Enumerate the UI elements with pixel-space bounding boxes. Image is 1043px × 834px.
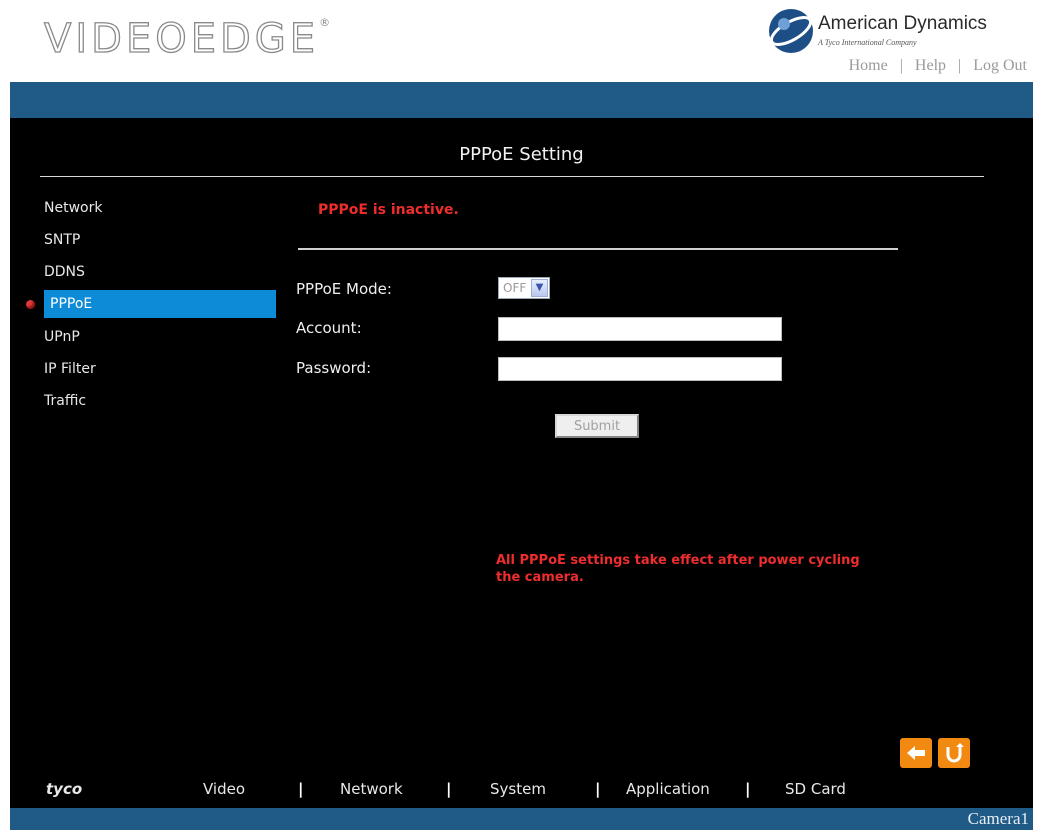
password-label: Password: bbox=[296, 359, 372, 377]
log-out-link[interactable]: Log Out bbox=[973, 57, 1027, 74]
top-navigation: Home | Help | Log Out bbox=[849, 57, 1027, 75]
nav-separator: | bbox=[595, 780, 601, 798]
nav-sd-card[interactable]: SD Card bbox=[785, 780, 846, 798]
sidebar-item-network[interactable]: Network bbox=[44, 194, 276, 222]
sidebar-item-ddns[interactable]: DDNS bbox=[44, 258, 276, 286]
status-message: PPPoE is inactive. bbox=[318, 202, 459, 218]
nav-video[interactable]: Video bbox=[203, 780, 245, 798]
logo-registered-mark: ® bbox=[319, 16, 335, 29]
main-panel: PPPoE Setting Network SNTP DDNS PPPoE UP… bbox=[10, 118, 1033, 808]
header: VIDEOEDGE® American Dynamics A Tyco Inte… bbox=[0, 0, 1043, 82]
pppoe-mode-value: OFF bbox=[503, 281, 527, 295]
home-link[interactable]: Home bbox=[849, 57, 888, 74]
nav-separator: | bbox=[298, 780, 304, 798]
nav-system[interactable]: System bbox=[490, 780, 546, 798]
nav-application[interactable]: Application bbox=[626, 780, 710, 798]
videoedge-logo: VIDEOEDGE® bbox=[43, 15, 335, 62]
header-bar bbox=[10, 82, 1033, 118]
account-input[interactable] bbox=[498, 317, 782, 341]
american-dynamics-emblem-icon bbox=[769, 9, 813, 53]
footer-bar: Camera1 bbox=[10, 808, 1033, 830]
password-input[interactable] bbox=[498, 357, 782, 381]
nav-separator: | bbox=[446, 780, 452, 798]
sidebar-item-sntp[interactable]: SNTP bbox=[44, 226, 276, 254]
camera-label: Camera1 bbox=[967, 809, 1029, 828]
restart-note: All PPPoE settings take effect after pow… bbox=[496, 553, 860, 585]
pppoe-mode-select[interactable]: OFF ▼ bbox=[498, 277, 550, 299]
arrow-left-icon bbox=[907, 746, 925, 760]
nav-network[interactable]: Network bbox=[340, 780, 403, 798]
refresh-button[interactable] bbox=[938, 738, 970, 768]
nav-separator: | bbox=[958, 57, 962, 74]
active-indicator-icon bbox=[26, 300, 35, 309]
chevron-down-icon[interactable]: ▼ bbox=[531, 279, 548, 297]
back-button[interactable] bbox=[900, 738, 932, 768]
help-link[interactable]: Help bbox=[915, 57, 946, 74]
sidebar-item-pppoe[interactable]: PPPoE bbox=[44, 290, 276, 318]
page-title: PPPoE Setting bbox=[459, 144, 584, 165]
sidebar-item-upnp[interactable]: UPnP bbox=[44, 323, 276, 351]
content-divider bbox=[298, 248, 898, 250]
nav-separator: | bbox=[899, 57, 903, 74]
account-label: Account: bbox=[296, 319, 362, 337]
title-divider bbox=[40, 176, 984, 177]
brand-tagline: A Tyco International Company bbox=[818, 38, 917, 47]
tyco-logo: tyco bbox=[46, 780, 83, 798]
brand-name: American Dynamics bbox=[818, 13, 987, 34]
sidebar-item-ip-filter[interactable]: IP Filter bbox=[44, 355, 276, 383]
logo-text: VIDEOEDGE bbox=[43, 15, 320, 62]
nav-separator: | bbox=[745, 780, 751, 798]
pppoe-mode-label: PPPoE Mode: bbox=[296, 280, 392, 298]
submit-button[interactable]: Submit bbox=[555, 414, 639, 438]
refresh-icon bbox=[946, 743, 964, 763]
sidebar-item-traffic[interactable]: Traffic bbox=[44, 387, 276, 415]
